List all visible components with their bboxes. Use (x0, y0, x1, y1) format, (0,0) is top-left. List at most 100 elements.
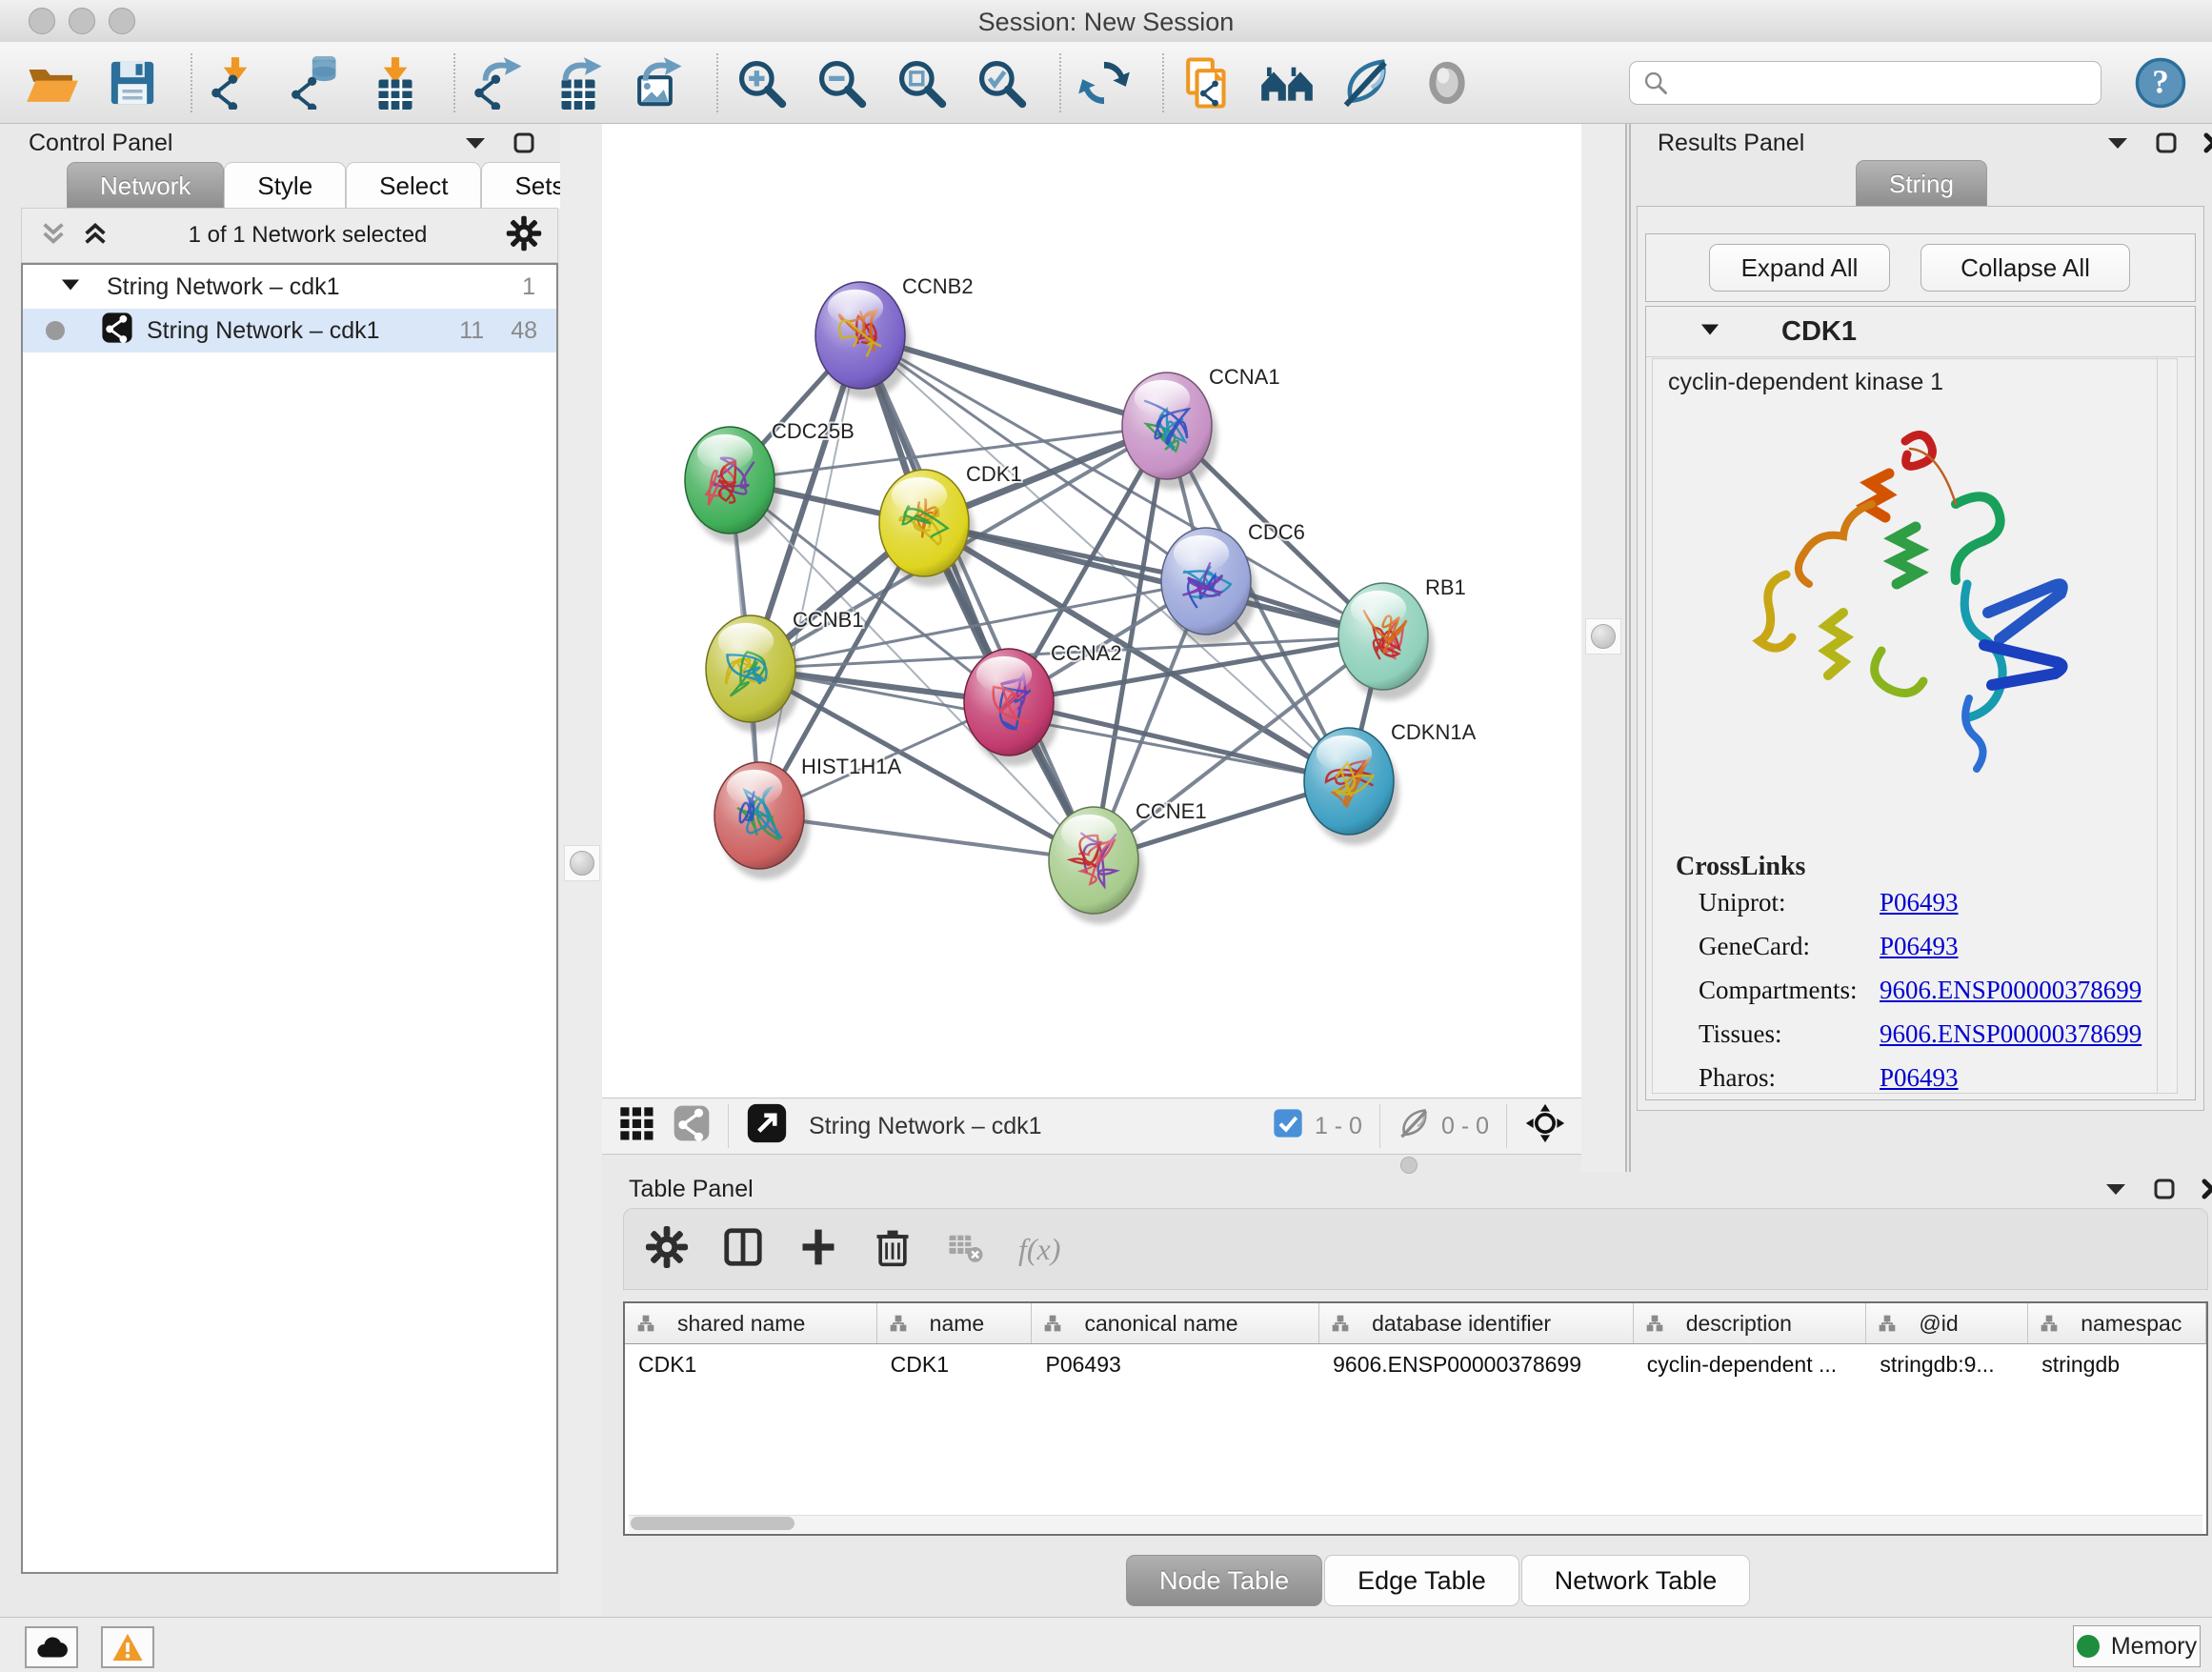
network-options-gear-icon[interactable] (506, 215, 542, 256)
memory-button[interactable]: Memory (2073, 1625, 2201, 1667)
results-scrollbar[interactable] (2157, 359, 2171, 1093)
collapse-all-networks-icon[interactable] (39, 219, 68, 252)
panel-float-icon[interactable] (2153, 1178, 2176, 1205)
panel-menu-icon[interactable] (463, 132, 488, 158)
column-header-name[interactable]: name (877, 1303, 1033, 1343)
grid-view-icon[interactable] (617, 1104, 655, 1149)
node-table: shared namenamecanonical namedatabase id… (623, 1301, 2208, 1536)
memory-label: Memory (2111, 1633, 2197, 1661)
export-network-icon[interactable] (471, 55, 526, 111)
table-panel-title: Table Panel (629, 1176, 754, 1203)
crosslink-label: Pharos: (1699, 1063, 1880, 1093)
expand-all-networks-icon[interactable] (81, 219, 110, 252)
panel-float-icon[interactable] (2155, 131, 2178, 159)
selected-checkbox-icon[interactable] (1273, 1108, 1303, 1145)
import-network-from-database-icon[interactable] (288, 55, 343, 111)
tab-network[interactable]: Network (67, 162, 224, 209)
warning-button[interactable] (101, 1626, 154, 1668)
right-splitter-handle[interactable] (1591, 624, 1616, 649)
column-header-shared-name[interactable]: shared name (625, 1303, 877, 1343)
left-splitter-handle[interactable] (570, 851, 594, 876)
current-network-title: String Network – cdk1 (809, 1113, 1042, 1140)
network-canvas[interactable]: CCNB2CCNA1CDC25BCDK1CDC6RB1CCNB1CCNA2CDK… (602, 124, 1581, 1098)
tab-select[interactable]: Select (346, 162, 481, 209)
hide-graphics-details-icon[interactable] (1339, 55, 1395, 111)
function-builder-icon[interactable]: f(x) (1018, 1232, 1060, 1267)
import-table-icon[interactable] (368, 55, 423, 111)
crosslink-value-link[interactable]: P06493 (1880, 932, 1959, 961)
save-session-icon[interactable] (105, 55, 160, 111)
panel-menu-icon[interactable] (2103, 1178, 2128, 1204)
delete-column-trash-icon[interactable] (872, 1226, 914, 1273)
crosslink-value-link[interactable]: P06493 (1880, 888, 1959, 917)
tab-string[interactable]: String (1856, 160, 1987, 207)
expand-all-button[interactable]: Expand All (1709, 244, 1890, 292)
show-columns-icon[interactable] (721, 1225, 765, 1274)
search-input[interactable] (1629, 61, 2101, 105)
cloud-button[interactable] (25, 1626, 78, 1668)
add-column-icon[interactable] (797, 1226, 839, 1273)
column-header-description[interactable]: description (1634, 1303, 1867, 1343)
tab-network-table[interactable]: Network Table (1521, 1555, 1751, 1606)
tab-node-table[interactable]: Node Table (1126, 1555, 1322, 1606)
import-network-icon[interactable] (208, 55, 263, 111)
delete-table-icon[interactable] (946, 1227, 986, 1272)
crosslink-value-link[interactable]: P06493 (1880, 1063, 1959, 1093)
collapse-all-button[interactable]: Collapse All (1920, 244, 2130, 292)
left-splitter[interactable] (560, 124, 602, 1617)
open-session-icon[interactable] (25, 55, 80, 111)
houses-icon[interactable] (1259, 55, 1315, 111)
crosslinks-heading: CrossLinks (1676, 852, 2177, 882)
table-scrollbar-thumb[interactable] (631, 1517, 794, 1530)
network-row[interactable]: String Network – cdk1 11 48 (23, 309, 556, 353)
network-view-toolbar: String Network – cdk1 1 - 0 0 - 0 (602, 1098, 1581, 1155)
table-cell[interactable]: cyclin-dependent ... (1634, 1344, 1867, 1384)
panel-close-icon[interactable] (2201, 1178, 2212, 1205)
window-title-bar: Session: New Session (0, 0, 2212, 43)
show-graphics-details-icon[interactable] (1419, 55, 1475, 111)
control-panel: Control Panel NetworkStyleSelectSets 1 o… (8, 124, 560, 1616)
panel-menu-icon[interactable] (2105, 132, 2130, 158)
panel-float-icon[interactable] (513, 131, 535, 159)
crosslink-value-link[interactable]: 9606.ENSP00000378699 (1880, 976, 2142, 1005)
table-cell[interactable]: P06493 (1032, 1344, 1319, 1384)
toolbar-separator (453, 53, 455, 112)
table-options-gear-icon[interactable] (645, 1225, 689, 1274)
birdseye-crosshair-icon[interactable] (1524, 1102, 1566, 1151)
table-cell[interactable]: 9606.ENSP00000378699 (1319, 1344, 1634, 1384)
table-cell[interactable]: CDK1 (877, 1344, 1033, 1384)
help-icon[interactable]: ? (2134, 56, 2187, 110)
detach-view-icon[interactable] (746, 1102, 788, 1151)
right-splitter[interactable] (1581, 124, 1627, 1172)
zoom-fit-icon[interactable] (894, 55, 949, 111)
crosslink-value-link[interactable]: 9606.ENSP00000378699 (1880, 1019, 2142, 1049)
share-view-icon[interactable] (673, 1104, 711, 1149)
table-cell[interactable]: stringdb:9... (1866, 1344, 2028, 1384)
table-row[interactable]: CDK1CDK1P064939606.ENSP00000378699cyclin… (625, 1344, 2206, 1384)
refresh-icon[interactable] (1076, 55, 1132, 111)
zoom-in-icon[interactable] (734, 55, 789, 111)
column-header-database-identifier[interactable]: database identifier (1319, 1303, 1634, 1343)
table-cell[interactable]: CDK1 (625, 1344, 877, 1384)
column-header-@id[interactable]: @id (1866, 1303, 2028, 1343)
zoom-selected-icon[interactable] (974, 55, 1029, 111)
node-label-CDC6: CDC6 (1248, 520, 1305, 544)
gene-section-expander-icon[interactable] (1698, 320, 1722, 344)
export-image-icon[interactable] (631, 55, 686, 111)
hidden-eye-slash-icon[interactable] (1398, 1106, 1432, 1147)
table-cell[interactable]: stringdb (2028, 1344, 2206, 1384)
column-header-namespac[interactable]: namespac (2028, 1303, 2206, 1343)
export-table-icon[interactable] (551, 55, 606, 111)
network-collection-row[interactable]: String Network – cdk1 1 (23, 265, 556, 309)
toolbar-separator (1162, 53, 1164, 112)
collection-expander-icon[interactable] (59, 273, 82, 301)
crosslink-label: Compartments: (1699, 976, 1880, 1005)
toolbar-separator (1059, 53, 1061, 112)
column-header-canonical-name[interactable]: canonical name (1032, 1303, 1319, 1343)
tab-style[interactable]: Style (224, 162, 346, 209)
panel-close-icon[interactable] (2202, 131, 2212, 159)
duplicate-network-icon[interactable] (1179, 55, 1235, 111)
zoom-out-icon[interactable] (814, 55, 869, 111)
table-horizontal-scrollbar[interactable] (629, 1515, 2202, 1533)
tab-edge-table[interactable]: Edge Table (1324, 1555, 1519, 1606)
